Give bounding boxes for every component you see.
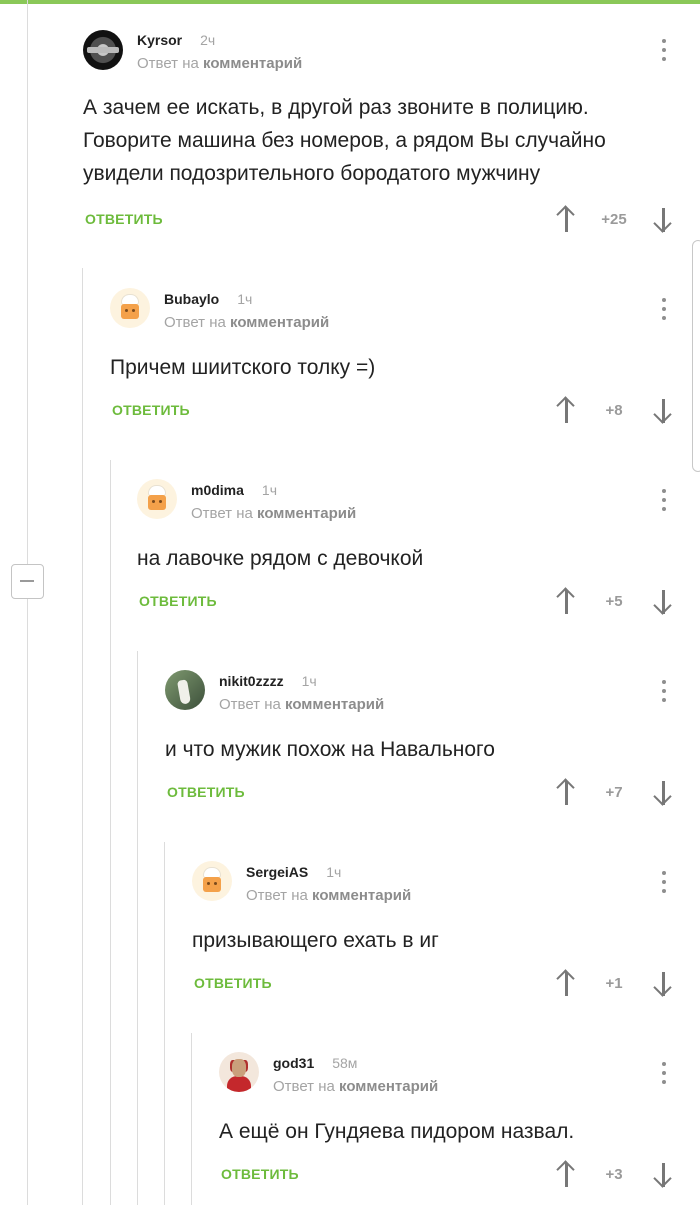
reply-button[interactable]: ОТВЕТИТЬ bbox=[139, 593, 217, 609]
comment-username[interactable]: Kyrsor bbox=[137, 32, 182, 48]
reply-to-label: Ответ на комментарий bbox=[246, 887, 412, 904]
comment-text: и что мужик похож на Навального bbox=[165, 738, 495, 761]
comment-score: +8 bbox=[605, 402, 623, 419]
comment-time: 1ч bbox=[326, 864, 342, 880]
comment-score: +5 bbox=[605, 593, 623, 610]
vote-down-arrow-icon[interactable] bbox=[652, 778, 674, 806]
reply-to-label: Ответ на комментарий bbox=[137, 55, 303, 72]
avatar[interactable] bbox=[165, 670, 205, 710]
comment-time: 1ч bbox=[237, 291, 253, 307]
thread-rail bbox=[82, 268, 83, 1205]
reply-to-label: Ответ на комментарий bbox=[191, 505, 357, 522]
avatar[interactable] bbox=[192, 861, 232, 901]
vote-down-arrow-icon[interactable] bbox=[652, 396, 674, 424]
comment-time: 1ч bbox=[301, 673, 317, 689]
reply-to-link[interactable]: комментарий bbox=[203, 55, 302, 72]
reply-to-label: Ответ на комментарий bbox=[273, 1078, 439, 1095]
comment-text: А ещё он Гундяева пидором назвал. bbox=[219, 1120, 575, 1143]
reply-to-link[interactable]: комментарий bbox=[230, 314, 329, 331]
comment-time: 2ч bbox=[200, 32, 216, 48]
avatar[interactable] bbox=[137, 479, 177, 519]
vote-up-arrow-icon[interactable] bbox=[555, 778, 577, 806]
more-options-icon[interactable] bbox=[662, 298, 666, 322]
comment-username[interactable]: Bubaylo bbox=[164, 291, 219, 307]
collapse-thread-icon[interactable] bbox=[11, 564, 44, 599]
comment-time: 1ч bbox=[261, 482, 278, 498]
comment-username[interactable]: m0dima bbox=[191, 482, 244, 498]
more-options-icon[interactable] bbox=[662, 871, 666, 895]
side-scroll-handle[interactable] bbox=[692, 240, 700, 472]
vote-up-arrow-icon[interactable] bbox=[555, 1160, 577, 1188]
reply-button[interactable]: ОТВЕТИТЬ bbox=[85, 211, 163, 227]
comment-text: призывающего ехать в иг bbox=[192, 929, 439, 952]
avatar[interactable] bbox=[219, 1052, 259, 1092]
comment-score: +7 bbox=[605, 784, 623, 801]
vote-down-arrow-icon[interactable] bbox=[652, 969, 674, 997]
comment-score: +25 bbox=[601, 211, 627, 228]
thread-rail bbox=[137, 651, 138, 1205]
comment-score: +3 bbox=[605, 1166, 623, 1183]
more-options-icon[interactable] bbox=[662, 1062, 666, 1086]
avatar[interactable] bbox=[110, 288, 150, 328]
more-options-icon[interactable] bbox=[662, 489, 666, 513]
thread-rail bbox=[164, 842, 165, 1205]
vote-up-arrow-icon[interactable] bbox=[555, 969, 577, 997]
thread-rail bbox=[191, 1033, 192, 1205]
comment-username[interactable]: SergeiAS bbox=[246, 864, 308, 880]
more-options-icon[interactable] bbox=[662, 680, 666, 704]
comment-username[interactable]: nikit0zzzz bbox=[219, 673, 284, 689]
reply-button[interactable]: ОТВЕТИТЬ bbox=[194, 975, 272, 991]
reply-button[interactable]: ОТВЕТИТЬ bbox=[221, 1166, 299, 1182]
comment-text: Причем шиитского толку =) bbox=[110, 356, 376, 379]
reply-to-link[interactable]: комментарий bbox=[285, 696, 384, 713]
comment-time: 58м bbox=[332, 1055, 358, 1071]
more-options-icon[interactable] bbox=[662, 39, 666, 63]
vote-up-arrow-icon[interactable] bbox=[555, 205, 577, 233]
vote-down-arrow-icon[interactable] bbox=[652, 1160, 674, 1188]
reply-to-label: Ответ на комментарий bbox=[219, 696, 385, 713]
comment-username[interactable]: god31 bbox=[273, 1055, 314, 1071]
reply-button[interactable]: ОТВЕТИТЬ bbox=[112, 402, 190, 418]
comment-text: на лавочке рядом с девочкой bbox=[137, 547, 424, 570]
reply-to-link[interactable]: комментарий bbox=[257, 505, 356, 522]
reply-to-label: Ответ на комментарий bbox=[164, 314, 330, 331]
top-accent-line bbox=[0, 0, 700, 4]
vote-down-arrow-icon[interactable] bbox=[652, 205, 674, 233]
reply-to-link[interactable]: комментарий bbox=[312, 887, 411, 904]
reply-to-link[interactable]: комментарий bbox=[339, 1078, 438, 1095]
avatar[interactable] bbox=[83, 30, 123, 70]
thread-rail bbox=[110, 460, 111, 1205]
thread-rail bbox=[27, 0, 28, 1205]
reply-button[interactable]: ОТВЕТИТЬ bbox=[167, 784, 245, 800]
vote-down-arrow-icon[interactable] bbox=[652, 587, 674, 615]
comment-text: А зачем ее искать, в другой раз звоните … bbox=[83, 96, 606, 185]
comment-score: +1 bbox=[605, 975, 623, 992]
vote-up-arrow-icon[interactable] bbox=[555, 587, 577, 615]
vote-up-arrow-icon[interactable] bbox=[555, 396, 577, 424]
